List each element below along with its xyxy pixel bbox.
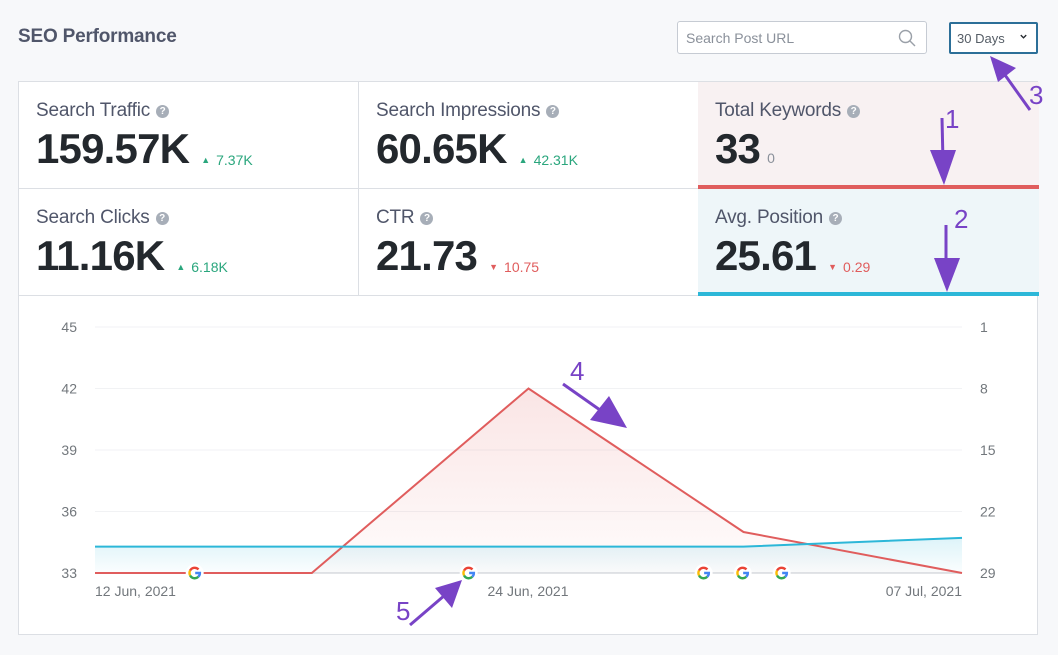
stat-label: Search Traffic xyxy=(36,100,151,121)
stat-label: Avg. Position xyxy=(715,207,823,228)
trend-down-icon: ▼ xyxy=(828,262,838,272)
stat-delta-value: 6.18K xyxy=(191,259,228,275)
stat-search-traffic: Search Traffic? 159.57K ▲ 7.37K xyxy=(19,82,359,189)
stat-delta: ▲ 6.18K xyxy=(176,259,228,275)
stat-search-impressions: Search Impressions? 60.65K ▲ 42.31K xyxy=(359,82,699,189)
stat-label: Total Keywords xyxy=(715,100,842,121)
search-icon[interactable] xyxy=(898,29,916,47)
trend-up-icon: ▲ xyxy=(518,155,528,165)
stat-delta-value: 0.29 xyxy=(843,259,871,275)
stat-value: 21.73 xyxy=(376,232,478,279)
stat-ctr: CTR? 21.73 ▼ 10.75 xyxy=(359,189,699,296)
help-icon[interactable]: ? xyxy=(155,211,169,225)
stat-label: CTR xyxy=(376,207,415,228)
stat-value: 11.16K xyxy=(36,232,165,279)
annotation-label-1: 1 xyxy=(945,104,960,134)
seo-performance-panel: Search Traffic? 159.57K ▲ 7.37K Search Imp… xyxy=(18,81,1039,635)
annotation-label-4: 4 xyxy=(570,356,585,386)
stat-delta: ▼ 0.29 xyxy=(828,259,870,275)
stat-value: 159.57K xyxy=(36,125,190,172)
stat-value: 25.61 xyxy=(715,232,817,279)
help-icon[interactable]: ? xyxy=(420,211,434,225)
stat-delta-value: 7.37K xyxy=(216,152,253,168)
stat-value: 60.65K xyxy=(376,125,507,172)
trend-down-icon: ▼ xyxy=(489,262,499,272)
stat-delta: ▲ 42.31K xyxy=(519,152,578,168)
annotation-label-3: 3 xyxy=(1029,80,1044,110)
help-icon[interactable]: ? xyxy=(847,104,861,118)
stat-total-keywords[interactable]: Total Keywords? 33 0 xyxy=(698,82,1039,189)
stat-search-clicks: Search Clicks? 11.16K ▲ 6.18K xyxy=(19,189,359,296)
trend-up-icon: ▲ xyxy=(201,155,211,165)
stat-value: 33 xyxy=(715,125,761,172)
help-icon[interactable]: ? xyxy=(156,104,170,118)
help-icon[interactable]: ? xyxy=(546,104,560,118)
annotation-label-5: 5 xyxy=(396,596,411,626)
date-range-select[interactable]: 30 Days xyxy=(949,22,1038,54)
stat-delta-value: 10.75 xyxy=(504,259,540,275)
stat-delta-value: 0 xyxy=(767,150,775,166)
trend-up-icon: ▲ xyxy=(176,262,186,272)
search-post-url-field[interactable] xyxy=(677,21,927,54)
help-icon[interactable]: ? xyxy=(828,211,842,225)
stat-label: Search Clicks xyxy=(36,207,150,228)
stat-label: Search Impressions xyxy=(376,100,541,121)
annotation-label-2: 2 xyxy=(954,204,969,234)
page-title: SEO Performance xyxy=(18,26,177,47)
search-post-url-input[interactable] xyxy=(678,22,888,53)
stat-delta-value: 42.31K xyxy=(533,152,578,168)
stat-delta: ▼ 10.75 xyxy=(489,259,539,275)
date-range-value: 30 Days xyxy=(957,30,1005,46)
stat-avg-position[interactable]: Avg. Position? 25.61 ▼ 0.29 xyxy=(698,189,1039,296)
stat-delta: ▲ 7.37K xyxy=(201,152,253,168)
chevron-down-icon xyxy=(1020,34,1027,39)
